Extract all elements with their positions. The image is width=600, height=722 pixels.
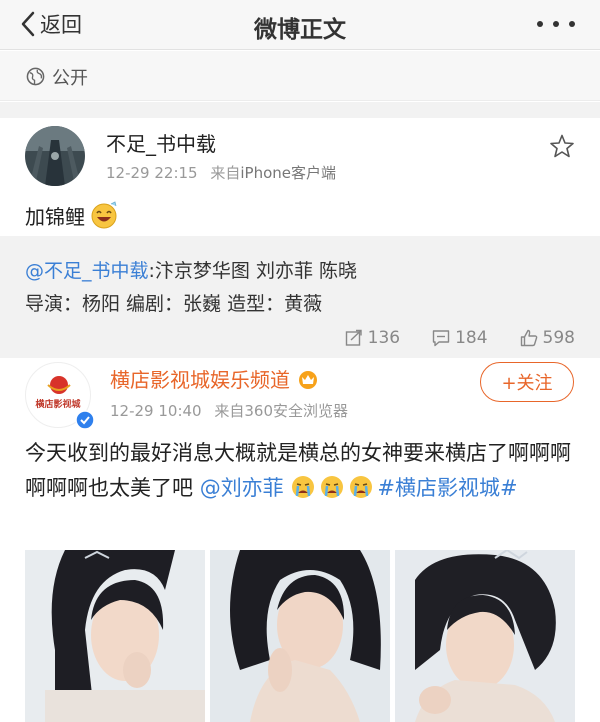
photo-thumbnail[interactable] [210, 550, 390, 722]
member-crown-icon [299, 370, 317, 389]
avatar-logo-text: 横店影视城 [35, 400, 81, 410]
post-author-2[interactable]: 横店影视城娱乐频道 [110, 364, 320, 393]
post-mention[interactable]: @刘亦菲 [200, 476, 284, 500]
post-source: iPhone客户端 [240, 164, 337, 182]
photo-grid [25, 550, 575, 722]
post-meta-2: 12-29 10:40 来自360安全浏览器 [110, 400, 348, 421]
source-prefix: 来自 [210, 164, 241, 182]
post-hashtag[interactable]: #横店影视城# [377, 476, 517, 500]
post-source-2: 360安全浏览器 [244, 402, 349, 420]
crying-emoji-icon [350, 476, 373, 498]
more-icon[interactable] [534, 12, 578, 36]
avatar-image [25, 126, 85, 186]
post-stats: 136 184 598 [313, 328, 575, 348]
comment-button[interactable]: 184 [432, 328, 488, 348]
comment-count: 184 [455, 328, 488, 348]
post-meta: 12-29 22:15 来自iPhone客户端 [106, 162, 336, 183]
repost-block[interactable]: @不足_书中载:汴京梦华图 刘亦菲 陈晓 导演：杨阳 编剧：张巍 造型：黄薇 1… [0, 236, 600, 358]
crying-emoji-icon [292, 476, 315, 498]
repost-line-1-text: :汴京梦华图 刘亦菲 陈晓 [148, 260, 357, 282]
like-button[interactable]: 598 [520, 328, 575, 348]
photo-thumbnail[interactable] [25, 550, 205, 722]
globe-icon [26, 67, 45, 86]
share-button[interactable]: 136 [345, 328, 400, 348]
star-icon[interactable] [549, 133, 575, 159]
share-icon [345, 329, 362, 346]
visibility-label: 公开 [52, 68, 88, 89]
like-count: 598 [542, 328, 575, 348]
visibility-row: 公开 [0, 51, 600, 101]
share-count: 136 [367, 328, 401, 348]
post-card: 不足_书中载 12-29 22:15 来自iPhone客户端 加锦鲤 [0, 118, 600, 236]
verified-badge-icon [75, 410, 95, 430]
post-text: 加锦鲤 [25, 200, 119, 230]
page-title: 微博正文 [254, 17, 346, 43]
post-time: 12-29 22:15 [106, 164, 198, 182]
source-prefix-2: 来自 [214, 402, 245, 420]
photo-thumbnail[interactable] [395, 550, 575, 722]
nav-bar: 返回 微博正文 [0, 0, 600, 50]
post-text-2: 今天收到的最好消息大概就是横总的女神要来横店了啊啊啊啊啊啊也太美了吧 @刘亦菲 … [25, 436, 580, 506]
laugh-emoji-icon [91, 201, 117, 229]
repost-line-1: @不足_书中载:汴京梦华图 刘亦菲 陈晓 [25, 256, 357, 283]
post-card-2: 横店影视城 横店影视城娱乐频道 12-29 10:40 来自360安全浏览器 +… [0, 358, 600, 722]
thumbs-up-icon [520, 329, 537, 347]
post-author[interactable]: 不足_书中载 [106, 128, 216, 157]
crying-emoji-icon [321, 476, 344, 498]
post-text-content: 加锦鲤 [25, 204, 85, 229]
post-author-2-label: 横店影视城娱乐频道 [110, 368, 290, 392]
repost-line-2: 导演：杨阳 编剧：张巍 造型：黄薇 [25, 293, 323, 315]
section-divider [0, 102, 600, 118]
post-time-2: 12-29 10:40 [110, 402, 202, 420]
follow-button[interactable]: +关注 [480, 362, 574, 402]
avatar[interactable] [25, 126, 85, 186]
comment-icon [432, 330, 450, 347]
repost-mention[interactable]: @不足_书中载 [25, 260, 149, 282]
